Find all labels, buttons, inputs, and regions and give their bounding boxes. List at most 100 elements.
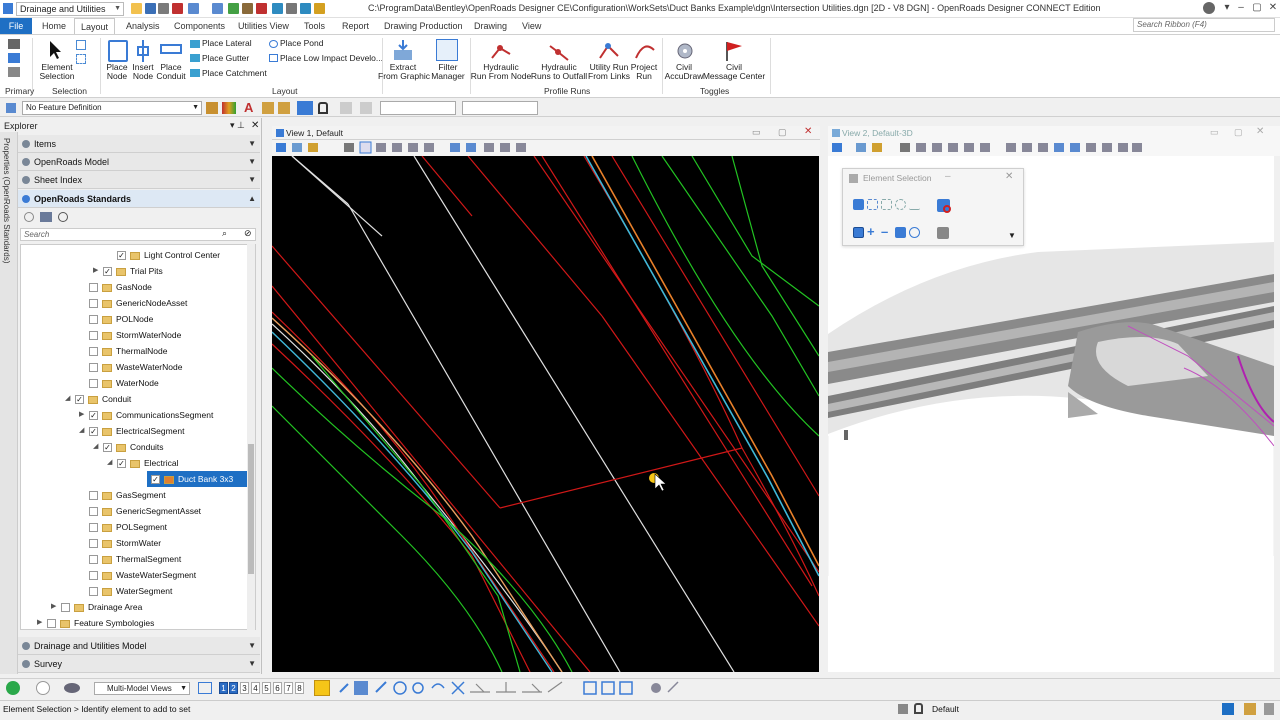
tree-checkbox[interactable]: [89, 379, 98, 389]
tool-icon[interactable]: [272, 3, 283, 14]
tree-checkbox[interactable]: [89, 363, 98, 373]
status-icon[interactable]: [898, 704, 908, 714]
tree-node[interactable]: ▶ Feature Symbologies: [37, 615, 154, 629]
section-survey[interactable]: Survey ▼: [18, 655, 260, 673]
refresh-icon[interactable]: [24, 212, 34, 222]
extract-icon[interactable]: [392, 40, 412, 62]
project-run-button[interactable]: Project Run: [630, 63, 658, 81]
view-number-6[interactable]: 6: [273, 682, 282, 694]
close-window-button[interactable]: ✕: [1264, 1, 1280, 15]
tree-checkbox[interactable]: [89, 315, 98, 325]
place-gutter-button[interactable]: Place Gutter: [202, 54, 249, 63]
tree-checkbox[interactable]: [61, 603, 70, 613]
scrollbar-thumb[interactable]: [248, 444, 254, 574]
subtract-selection-icon[interactable]: –: [881, 225, 892, 238]
tree-node[interactable]: StormWaterNode: [89, 327, 181, 343]
place-conduit-icon[interactable]: [160, 44, 182, 54]
minimize-button[interactable]: ▭: [1210, 127, 1219, 138]
minimize-button[interactable]: ▭: [752, 127, 761, 138]
feature-definition-dropdown[interactable]: No Feature Definition ▼: [22, 101, 202, 115]
select-mode-icon[interactable]: [76, 40, 86, 50]
select-circle-icon[interactable]: [895, 199, 906, 210]
text-style-icon[interactable]: A: [244, 101, 253, 115]
extract-from-graphic-button[interactable]: Extract From Graphic: [378, 63, 430, 81]
view-number-3[interactable]: 3: [240, 682, 249, 694]
status-icon[interactable]: [1264, 703, 1274, 715]
select-all-icon[interactable]: [909, 227, 920, 238]
expand-toggle-icon[interactable]: ▶: [79, 407, 84, 423]
insert-node-icon[interactable]: [133, 40, 153, 62]
snap-toggle-icon[interactable]: [314, 680, 330, 696]
new-selection-icon[interactable]: [853, 227, 864, 238]
tree-node[interactable]: GenericNodeAsset: [89, 295, 187, 311]
tree-node[interactable]: GasSegment: [89, 487, 166, 503]
tab-view[interactable]: View: [516, 18, 547, 34]
section-sheet-index[interactable]: Sheet Index ▼: [18, 171, 260, 189]
hydraulic-runs-to-outfall-button[interactable]: Hydraulic Runs to Outfall: [530, 63, 588, 81]
project-run-icon[interactable]: [634, 40, 655, 62]
close-view-button[interactable]: ✕: [1256, 126, 1264, 137]
ribbon-search-input[interactable]: Search Ribbon (F4): [1133, 18, 1275, 32]
civil-accudraw-button[interactable]: Civil AccuDraw: [664, 63, 704, 81]
expand-toggle-icon[interactable]: ▶: [37, 615, 42, 629]
style-dropdown[interactable]: [462, 101, 538, 115]
section-items[interactable]: Items ▼: [18, 135, 260, 153]
hydraulic-run-from-node-button[interactable]: Hydraulic Run From Node: [470, 63, 532, 81]
tree-node[interactable]: GenericSegmentAsset: [89, 503, 201, 519]
view-number-8[interactable]: 8: [295, 682, 304, 694]
tree-node[interactable]: ▶ Drainage Area: [51, 599, 142, 615]
tree-checkbox[interactable]: [89, 507, 98, 517]
place-lateral-button[interactable]: Place Lateral: [202, 39, 252, 48]
maximize-button[interactable]: ▢: [1234, 127, 1243, 138]
select-fence-icon[interactable]: [76, 54, 86, 64]
select-individual-icon[interactable]: [853, 199, 864, 210]
place-conduit-button[interactable]: Place Conduit: [156, 63, 186, 81]
color-icon[interactable]: [222, 102, 236, 114]
tool-icon[interactable]: [242, 3, 253, 14]
tree-checkbox[interactable]: [89, 491, 98, 501]
print-icon[interactable]: [158, 3, 169, 14]
status-icon[interactable]: [1244, 703, 1256, 715]
expand-toggle-icon[interactable]: ◢: [65, 391, 70, 407]
save-icon[interactable]: [145, 3, 156, 14]
hydraulic-run-icon[interactable]: [490, 40, 511, 62]
tree-checkbox[interactable]: [89, 347, 98, 357]
insert-node-button[interactable]: Insert Node: [130, 63, 156, 81]
view-number-1[interactable]: 1: [219, 682, 228, 694]
clear-selection-icon[interactable]: [937, 199, 951, 213]
expand-toggle-icon[interactable]: ◢: [107, 455, 112, 471]
view1-titlebar[interactable]: View 1, Default: [272, 126, 820, 140]
utility-run-from-links-button[interactable]: Utility Run From Links: [588, 63, 630, 81]
view1-canvas[interactable]: [272, 156, 819, 672]
civil-message-center-button[interactable]: Civil Message Center: [702, 63, 766, 81]
magnifier-icon[interactable]: [8, 39, 20, 49]
tree-node[interactable]: POLSegment: [89, 519, 167, 535]
message-center-icon[interactable]: [722, 40, 742, 62]
tree-node[interactable]: ◢ ✓ ElectricalSegment: [79, 423, 185, 439]
expand-toggle-icon[interactable]: ▶: [51, 599, 56, 615]
maximize-button[interactable]: ▢: [778, 127, 787, 138]
tree-node[interactable]: ◢ ✓ Conduit: [65, 391, 131, 407]
place-pond-button[interactable]: Place Pond: [280, 39, 323, 48]
status-icon[interactable]: [1222, 703, 1234, 715]
tree-node[interactable]: StormWater: [89, 535, 161, 551]
tree-checkbox[interactable]: ✓: [117, 251, 126, 261]
tree-node[interactable]: ▶ ✓ Trial Pits: [93, 263, 163, 279]
tree-node[interactable]: ✓ Duct Bank 3x3: [147, 471, 255, 487]
tree-checkbox[interactable]: [89, 523, 98, 533]
minimize-button[interactable]: –: [945, 171, 951, 182]
tool-icon[interactable]: [314, 3, 325, 14]
arrow-cursor-icon[interactable]: [48, 40, 64, 60]
multi-model-views-dropdown[interactable]: Multi-Model Views ▼: [94, 682, 190, 695]
tab-tools[interactable]: Tools: [298, 18, 331, 34]
expand-toggle-icon[interactable]: ▶: [93, 263, 98, 279]
expand-toggle-icon[interactable]: ◢: [79, 423, 84, 439]
section-openroads-model[interactable]: OpenRoads Model ▼: [18, 153, 260, 171]
section-drainage-utilities-model[interactable]: Drainage and Utilities Model ▼: [18, 637, 260, 655]
tree-checkbox[interactable]: [89, 299, 98, 309]
tab-components[interactable]: Components: [168, 18, 231, 34]
place-node-button[interactable]: Place Node: [104, 63, 130, 81]
undo-icon[interactable]: [188, 3, 199, 14]
tree-checkbox[interactable]: [89, 539, 98, 549]
dialog-header[interactable]: Element Selection: [843, 169, 1023, 187]
